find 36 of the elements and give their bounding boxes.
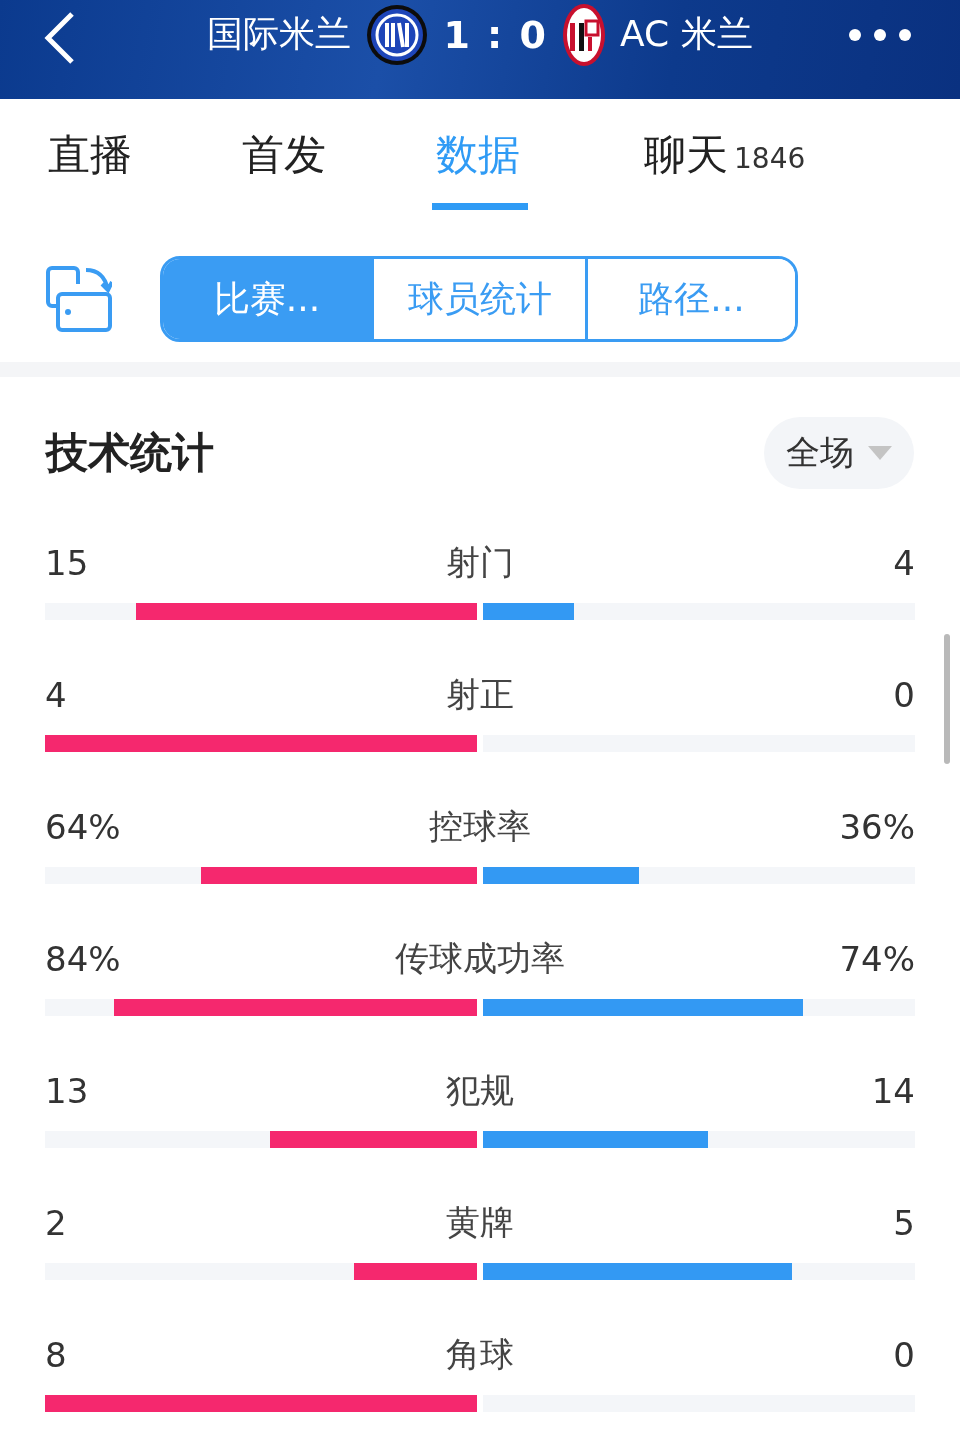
away-value: 36% (838, 807, 915, 847)
home-value: 8 (45, 1335, 68, 1375)
period-dropdown[interactable]: 全场 (764, 417, 914, 489)
home-value: 13 (45, 1071, 90, 1111)
home-value: 2 (45, 1203, 68, 1243)
club-crest-icon (562, 2, 606, 67)
rotate-screen-icon[interactable] (46, 266, 112, 332)
stat-label: 射门 (446, 541, 514, 584)
home-value: 15 (45, 543, 90, 583)
away-value: 5 (892, 1203, 915, 1243)
home-value: 64% (45, 807, 122, 847)
away-value: 4 (892, 543, 915, 583)
away-value: 74% (838, 939, 915, 979)
stat-label: 传球成功率 (395, 937, 565, 980)
away-value: 14 (870, 1071, 915, 1111)
stat-label: 黄牌 (446, 1201, 514, 1244)
away-value: 0 (892, 1335, 915, 1375)
tab[interactable]: 首发 (242, 99, 436, 210)
stat-label: 犯规 (446, 1069, 514, 1112)
home-value: 84% (45, 939, 122, 979)
message-count: 1846 (734, 142, 806, 175)
tab[interactable]: 聊天 1846 (644, 99, 904, 210)
club-crest-icon (365, 2, 430, 67)
home-team: 国际米兰 (207, 12, 352, 56)
tab-label: 聊天 (644, 128, 728, 181)
more-icon[interactable] (848, 28, 912, 42)
score: 1 : 0 (443, 12, 548, 57)
tab[interactable]: 直播 (48, 99, 242, 210)
stat-label: 控球率 (429, 805, 531, 848)
caret-icon (868, 446, 892, 460)
home-value: 4 (45, 675, 68, 715)
away-value: 0 (892, 675, 915, 715)
stat-label: 射正 (446, 673, 514, 716)
away-team: AC 米兰 (620, 12, 753, 56)
stat-label: 角球 (446, 1333, 514, 1376)
section-title: 技术统计 (46, 427, 214, 479)
